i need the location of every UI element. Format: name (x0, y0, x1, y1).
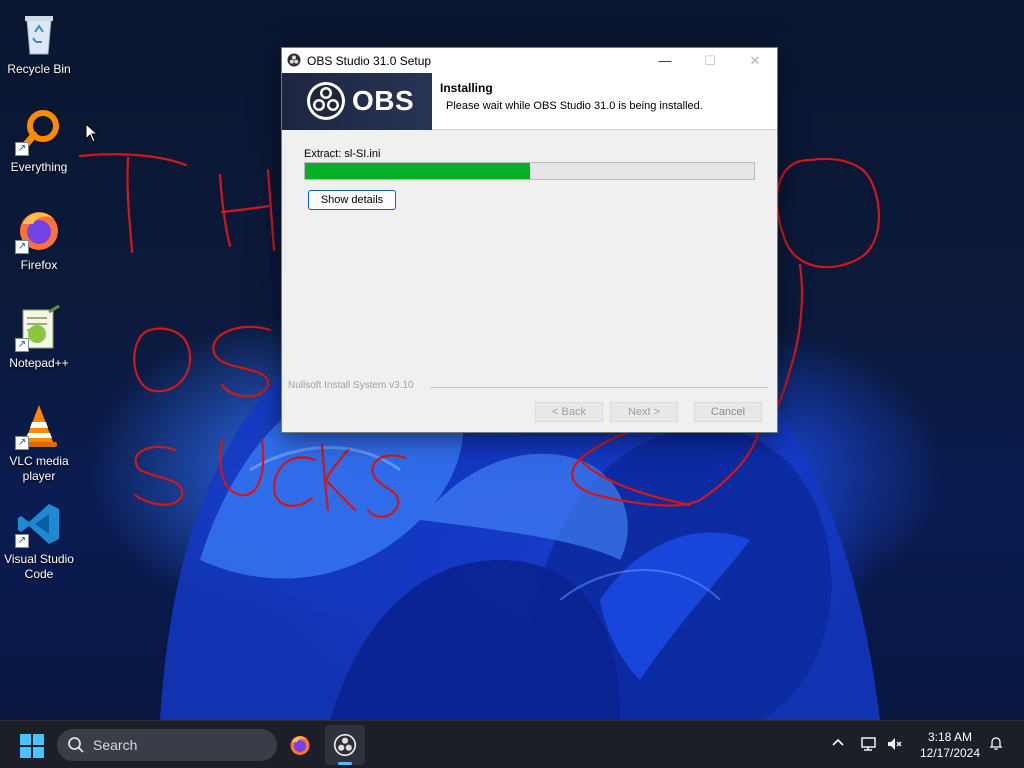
obs-icon (287, 53, 301, 67)
volume-muted-icon[interactable] (886, 735, 904, 753)
clock-time: 3:18 AM (927, 730, 973, 744)
taskbar-obs[interactable] (325, 725, 365, 765)
desktop-icon-label: Visual Studio Code (4, 552, 74, 581)
shortcut-arrow-icon: ↗ (15, 142, 29, 156)
notification-bell-icon[interactable] (988, 735, 1004, 751)
step-title: Installing (440, 81, 493, 95)
desktop-icon-label: Firefox (20, 258, 58, 272)
desktop-icon-everything[interactable]: ↗ Everything (2, 108, 76, 175)
obs-banner: OBS (282, 73, 432, 130)
network-icon[interactable] (860, 735, 878, 753)
close-button[interactable]: ✕ (732, 48, 778, 73)
shortcut-arrow-icon: ↗ (15, 240, 29, 254)
everything-search-icon: ↗ (15, 108, 63, 156)
show-details-button[interactable]: Show details (308, 190, 396, 210)
window-title: OBS Studio 31.0 Setup (307, 54, 432, 68)
nsis-branding: Nullsoft Install System v3.10 (288, 380, 414, 391)
desktop-icon-vscode[interactable]: ↗ Visual Studio Code (2, 500, 76, 582)
desktop-icon-firefox[interactable]: ↗ Firefox (2, 206, 76, 273)
mouse-cursor-icon (85, 123, 99, 143)
minimize-button[interactable]: — (642, 48, 688, 73)
extract-status-label: Extract: sl-SI.ini (304, 148, 381, 160)
system-clock[interactable]: 3:18 AM 12/17/2024 (912, 729, 988, 761)
branding-separator (430, 387, 768, 388)
progress-fill (305, 163, 530, 179)
desktop-icon-label: Notepad++ (9, 356, 69, 370)
desktop-icon-label: Recycle Bin (7, 62, 71, 76)
next-button[interactable]: Next > (610, 402, 678, 422)
obs-logo-icon (307, 82, 345, 120)
shortcut-arrow-icon: ↗ (15, 534, 29, 548)
shortcut-arrow-icon: ↗ (15, 338, 29, 352)
back-button[interactable]: < Back (535, 402, 603, 422)
obs-icon (333, 733, 357, 757)
windows-start-icon[interactable] (19, 733, 45, 759)
desktop-icon-label: VLC media player (9, 454, 69, 483)
firefox-icon: ↗ (15, 206, 63, 254)
title-bar[interactable]: OBS Studio 31.0 Setup — ☐ ✕ (282, 48, 777, 73)
recycle-bin-icon (15, 10, 63, 58)
chevron-up-icon[interactable] (830, 735, 846, 751)
desktop-icon-recycle-bin[interactable]: Recycle Bin (2, 10, 76, 77)
desktop-icon-vlc[interactable]: ↗ VLC media player (2, 402, 76, 484)
taskbar: Search 3:18 AM 12/17/2024 (0, 720, 1024, 768)
cancel-button[interactable]: Cancel (694, 402, 762, 422)
desktop-icon-label: Everything (10, 160, 68, 174)
maximize-button: ☐ (704, 53, 716, 68)
search-label: Search (93, 737, 138, 753)
notepad-plus-plus-icon: ↗ (15, 304, 63, 352)
firefox-icon (290, 736, 310, 755)
clock-date: 12/17/2024 (919, 746, 981, 760)
installer-dialog: OBS Studio 31.0 Setup — ☐ ✕ OBS Installi… (281, 47, 778, 433)
taskbar-firefox[interactable] (280, 725, 320, 765)
desktop-icon-notepad-plus-plus[interactable]: ↗ Notepad++ (2, 304, 76, 371)
obs-banner-text: OBS (352, 85, 415, 116)
search-icon (68, 737, 84, 753)
vlc-icon: ↗ (15, 402, 63, 450)
install-progress-bar (304, 162, 755, 180)
shortcut-arrow-icon: ↗ (15, 436, 29, 450)
step-subtitle: Please wait while OBS Studio 31.0 is bei… (446, 100, 703, 112)
installer-header: OBS Installing Please wait while OBS Stu… (282, 73, 777, 130)
vscode-icon: ↗ (15, 500, 63, 548)
active-app-indicator (338, 762, 352, 765)
taskbar-search-box[interactable]: Search (57, 729, 277, 761)
